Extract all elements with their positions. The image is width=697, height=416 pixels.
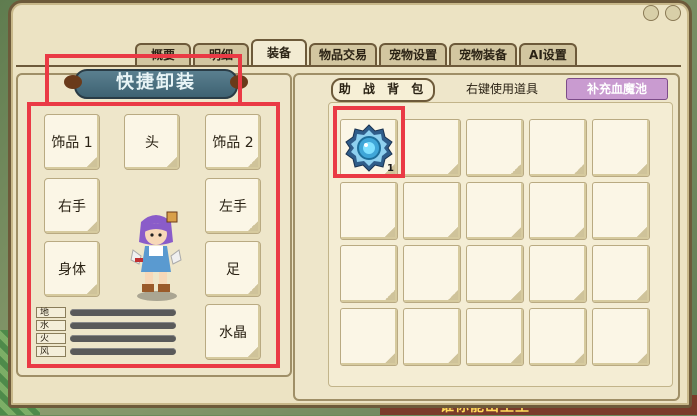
inventory-slot[interactable]	[403, 182, 461, 240]
inventory-slot[interactable]	[529, 245, 587, 303]
element-label: 火	[36, 332, 66, 344]
inventory-slot[interactable]	[529, 119, 587, 177]
element-label: 地	[36, 306, 66, 318]
inventory-slot[interactable]	[592, 119, 650, 177]
inventory-slot[interactable]	[592, 245, 650, 303]
inventory-slot[interactable]	[529, 308, 587, 366]
equip-slot-body[interactable]: 身体	[44, 241, 100, 297]
equip-slot-left-hand[interactable]: 左手	[205, 178, 261, 234]
element-label: 风	[36, 345, 66, 357]
element-bar-earth	[70, 308, 176, 316]
inventory-slot[interactable]	[403, 245, 461, 303]
inventory-slot[interactable]	[529, 182, 587, 240]
tab-ai-settings[interactable]: AI设置	[519, 43, 577, 65]
element-row-fire: 火	[36, 332, 176, 344]
element-label: 水	[36, 319, 66, 331]
tab-divider	[16, 65, 681, 67]
inventory-slot[interactable]	[592, 182, 650, 240]
element-bar-water	[70, 321, 176, 329]
window-controls	[643, 5, 681, 21]
minimize-icon[interactable]	[643, 5, 659, 21]
quick-unequip-button[interactable]: 快捷卸装	[64, 69, 248, 99]
inventory-slot[interactable]	[340, 182, 398, 240]
inventory-slot[interactable]	[340, 245, 398, 303]
inventory-slot[interactable]	[403, 308, 461, 366]
inventory-slot[interactable]	[592, 308, 650, 366]
element-row-earth: 地	[36, 306, 176, 318]
backpack-grid: 1	[340, 119, 650, 366]
equip-slot-head[interactable]: 头	[124, 114, 180, 170]
equip-slot-feet[interactable]: 足	[205, 241, 261, 297]
tab-bar: 概要 明细 装备 物品交易 宠物设置 宠物装备 AI设置	[135, 39, 577, 65]
equip-slot-accessory-2[interactable]: 饰品 2	[205, 114, 261, 170]
close-icon[interactable]	[665, 5, 681, 21]
backpack-header: 助 战 背 包	[331, 78, 435, 102]
equip-slot-right-hand[interactable]: 右手	[44, 178, 100, 234]
tab-item-trade[interactable]: 物品交易	[309, 43, 378, 65]
tab-pet-equipment[interactable]: 宠物装备	[449, 43, 518, 65]
inventory-slot[interactable]	[466, 119, 524, 177]
element-row-wind: 风	[36, 345, 176, 357]
element-bar-fire	[70, 334, 176, 342]
tab-overview[interactable]: 概要	[135, 43, 191, 65]
item-quantity: 1	[387, 163, 394, 174]
tab-details[interactable]: 明细	[193, 43, 249, 65]
refill-hp-mp-button[interactable]: 补充血魔池	[566, 78, 668, 100]
tab-equipment[interactable]: 装备	[251, 39, 307, 65]
backpack-hint: 右键使用道具	[466, 82, 539, 96]
inventory-slot[interactable]	[466, 308, 524, 366]
element-bar-wind	[70, 347, 176, 355]
equip-slot-accessory-1[interactable]: 饰品 1	[44, 114, 100, 170]
inventory-slot[interactable]	[466, 182, 524, 240]
tab-pet-settings[interactable]: 宠物设置	[379, 43, 448, 65]
inventory-slot[interactable]: 1	[340, 119, 398, 177]
equip-slot-crystal[interactable]: 水晶	[205, 304, 261, 360]
element-attributes: 地 水 火 风	[36, 306, 176, 358]
inventory-slot[interactable]	[340, 308, 398, 366]
character-sprite	[130, 211, 182, 301]
element-row-water: 水	[36, 319, 176, 331]
inventory-slot[interactable]	[403, 119, 461, 177]
inventory-slot[interactable]	[466, 245, 524, 303]
